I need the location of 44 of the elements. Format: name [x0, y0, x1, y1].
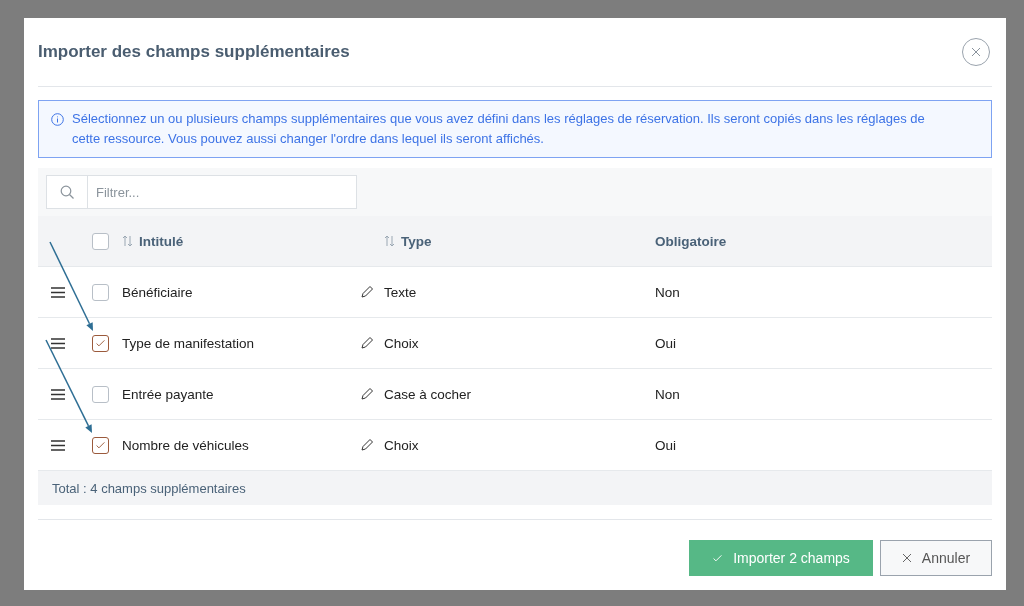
table-cell-text: Choix — [384, 335, 420, 351]
close-icon — [901, 553, 912, 563]
table-cell-text: Nombre de véhicules — [122, 437, 250, 453]
column-header[interactable]: Obligatoire — [655, 233, 992, 249]
cancel-button[interactable]: Annuler — [880, 540, 992, 576]
drag-handle-icon — [51, 337, 65, 349]
pencil-icon — [359, 285, 374, 299]
check-icon — [94, 439, 106, 451]
table-cell-text: Bénéficiaire — [122, 284, 194, 300]
dialog-title: Importer des champs supplémentaires — [38, 42, 350, 62]
close-icon — [971, 47, 981, 57]
drag-handle-icon — [51, 286, 65, 298]
checkbox[interactable] — [91, 232, 109, 250]
table-cell-text: Choix — [384, 437, 420, 453]
checkbox[interactable] — [91, 283, 109, 301]
drag-handle-icon — [51, 439, 65, 451]
table-cell-text: Entrée payante — [122, 386, 215, 402]
sort-icon — [384, 235, 395, 247]
info-icon — [51, 113, 64, 126]
sort-icon — [122, 235, 133, 247]
total-text: Total : 4 champs supplémentaires — [52, 480, 246, 496]
pencil-icon — [359, 438, 374, 452]
checkbox[interactable] — [91, 436, 109, 454]
search-icon — [59, 184, 75, 200]
info-text: Sélectionnez un ou plusieurs champs supplémentaires que vous avez défini dans les réglages de réservation. Ils seront copiés dans les réglages de cette ressource. Vous pouvez aussi changer l'ordre dans lequel ils seront affichés. — [72, 110, 926, 148]
table-cell-text: Oui — [655, 437, 677, 453]
checkbox[interactable] — [91, 334, 109, 352]
filter-field[interactable]: Filtrer... — [88, 184, 356, 200]
close-button[interactable] — [962, 38, 990, 66]
check-icon — [94, 337, 106, 349]
table-cell-text: Texte — [384, 284, 418, 300]
table-cell-text: Non — [655, 386, 681, 402]
column-header[interactable]: Type — [384, 233, 655, 249]
drag-handle-icon — [51, 388, 65, 400]
filter-box[interactable]: Filtrer... — [46, 175, 357, 209]
check-icon — [712, 552, 724, 564]
checkbox[interactable] — [91, 385, 109, 403]
pencil-icon — [359, 336, 374, 350]
table-cell-text: Type de manifestation — [122, 335, 256, 351]
table-cell-text: Non — [655, 284, 681, 300]
table-cell-text: Case à cocher — [384, 386, 473, 402]
table-cell-text: Oui — [655, 335, 677, 351]
pencil-icon — [359, 387, 374, 401]
column-header[interactable]: Intitulé — [122, 233, 349, 249]
